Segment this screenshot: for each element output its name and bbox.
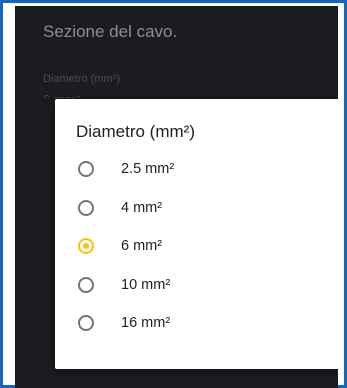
radio-group: 2.5 mm² 4 mm² 6 mm² 10 mm² 16 mm² — [55, 150, 338, 343]
screenshot-frame: Sezione del cavo. Diametro (mm²) 6 mm² D… — [0, 0, 347, 388]
option-2-5-mm2[interactable]: 2.5 mm² — [55, 150, 338, 189]
option-label: 16 mm² — [121, 315, 171, 332]
section-title: Sezione del cavo. — [43, 22, 178, 41]
diameter-field-value[interactable]: 6 mm² — [43, 92, 103, 98]
option-6-mm2[interactable]: 6 mm² — [55, 227, 338, 266]
radio-unchecked-icon[interactable] — [78, 315, 94, 332]
option-10-mm2[interactable]: 10 mm² — [55, 266, 338, 305]
dialog-title: Diametro (mm²) — [76, 122, 195, 141]
option-16-mm2[interactable]: 16 mm² — [55, 304, 338, 343]
app-screen: Sezione del cavo. Diametro (mm²) 6 mm² D… — [15, 6, 338, 388]
diameter-dialog: Diametro (mm²) 2.5 mm² 4 mm² 6 mm² 10 mm… — [55, 99, 338, 369]
radio-unchecked-icon[interactable] — [78, 199, 94, 216]
radio-unchecked-icon[interactable] — [78, 276, 94, 293]
radio-unchecked-icon[interactable] — [78, 161, 94, 178]
option-label: 4 mm² — [121, 199, 163, 216]
diameter-field-label: Diametro (mm²) — [43, 73, 120, 85]
option-label: 10 mm² — [121, 276, 171, 293]
radio-dot — [83, 243, 89, 250]
radio-checked-icon[interactable] — [78, 238, 94, 255]
option-4-mm2[interactable]: 4 mm² — [55, 189, 338, 228]
option-label: 2.5 mm² — [121, 161, 175, 178]
option-label: 6 mm² — [121, 238, 163, 255]
